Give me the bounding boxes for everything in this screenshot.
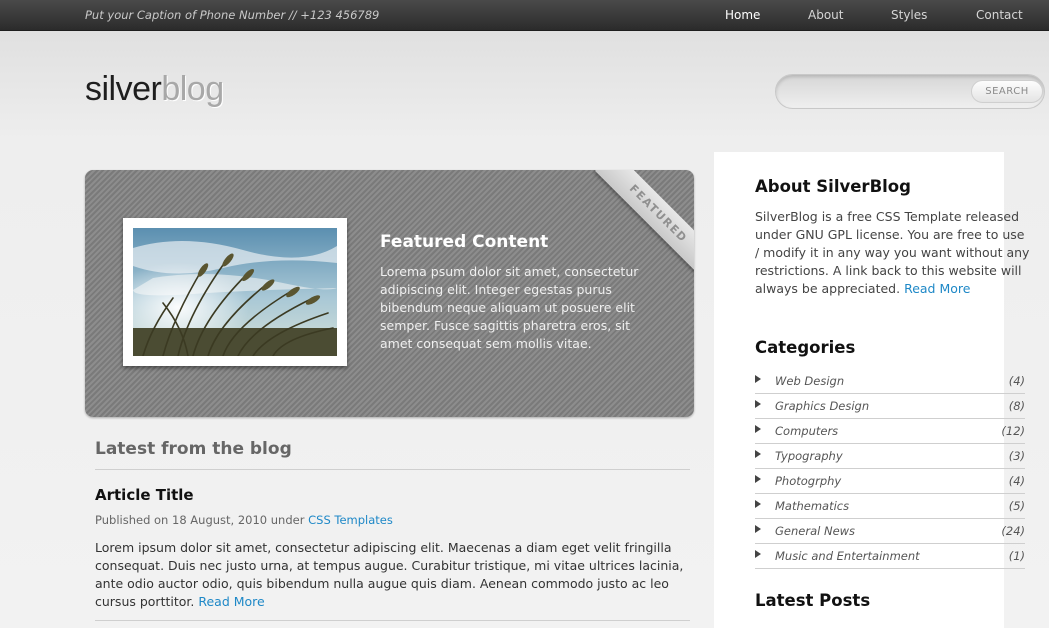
about-text: SilverBlog is a free CSS Template releas… <box>755 208 1030 298</box>
category-link[interactable]: Graphics Design <box>775 399 869 413</box>
category-count: (12) <box>1001 424 1025 438</box>
category-count: (8) <box>1008 399 1025 413</box>
category-item: General News (24) <box>755 519 1025 544</box>
nav-contact[interactable]: Contact <box>976 8 1023 22</box>
category-link[interactable]: Music and Entertainment <box>775 549 920 563</box>
category-link[interactable]: Web Design <box>775 374 844 388</box>
arrow-right-icon <box>755 475 761 483</box>
about-text-body: SilverBlog is a free CSS Template releas… <box>755 209 1030 296</box>
nav-about[interactable]: About <box>808 8 843 22</box>
logo-text-dark: silver <box>85 70 162 108</box>
article-title[interactable]: Article Title <box>95 486 194 504</box>
nav-home[interactable]: Home <box>725 8 760 22</box>
category-item: Graphics Design (8) <box>755 394 1025 419</box>
category-item: Computers (12) <box>755 419 1025 444</box>
arrow-right-icon <box>755 400 761 408</box>
featured-title: Featured Content <box>380 232 549 252</box>
category-item: Web Design (4) <box>755 369 1025 394</box>
logo-text-light: blog <box>161 70 224 108</box>
blog-section-title: Latest from the blog <box>95 439 292 459</box>
category-link[interactable]: Photogrphy <box>775 474 841 488</box>
nav-styles[interactable]: Styles <box>891 8 927 22</box>
about-read-more-link[interactable]: Read More <box>904 281 970 296</box>
search-input[interactable] <box>788 83 968 101</box>
category-count: (5) <box>1008 499 1025 513</box>
category-count: (4) <box>1008 374 1025 388</box>
category-item: Music and Entertainment (1) <box>755 544 1025 569</box>
article-read-more-link[interactable]: Read More <box>198 594 264 609</box>
arrow-right-icon <box>755 550 761 558</box>
article-excerpt-text: Lorem ipsum dolor sit amet, consectetur … <box>95 540 684 609</box>
arrow-right-icon <box>755 525 761 533</box>
category-count: (4) <box>1008 474 1025 488</box>
search-button[interactable]: SEARCH <box>971 80 1043 103</box>
divider <box>95 620 690 621</box>
categories-list: Web Design (4) Graphics Design (8) Compu… <box>755 369 1025 569</box>
about-title: About SilverBlog <box>755 177 911 196</box>
featured-ribbon: FEATURED <box>595 170 694 277</box>
latest-posts-title: Latest Posts <box>755 591 871 610</box>
search-box: SEARCH <box>775 74 1045 109</box>
arrow-right-icon <box>755 425 761 433</box>
category-link[interactable]: General News <box>775 524 855 538</box>
arrow-right-icon <box>755 500 761 508</box>
categories-title: Categories <box>755 338 856 357</box>
top-bar: Put your Caption of Phone Number // +123… <box>0 0 1049 31</box>
category-link[interactable]: Typography <box>775 449 843 463</box>
category-link[interactable]: Mathematics <box>775 499 849 513</box>
category-count: (3) <box>1008 449 1025 463</box>
category-link[interactable]: Computers <box>775 424 838 438</box>
featured-panel: Featured Content Lorema psum dolor sit a… <box>85 170 694 417</box>
category-count: (24) <box>1001 524 1025 538</box>
header-caption: Put your Caption of Phone Number // +123… <box>85 8 380 22</box>
category-item: Typography (3) <box>755 444 1025 469</box>
category-count: (1) <box>1008 549 1025 563</box>
article-meta-text: Published on 18 August, 2010 under <box>95 513 305 527</box>
category-item: Photogrphy (4) <box>755 469 1025 494</box>
site-logo[interactable]: silverblog <box>85 70 224 109</box>
divider <box>95 469 690 470</box>
article-meta: Published on 18 August, 2010 under CSS T… <box>95 513 393 527</box>
arrow-right-icon <box>755 450 761 458</box>
featured-text: Lorema psum dolor sit amet, consectetur … <box>380 264 639 351</box>
article-category-link[interactable]: CSS Templates <box>308 513 393 527</box>
category-item: Mathematics (5) <box>755 494 1025 519</box>
article-excerpt: Lorem ipsum dolor sit amet, consectetur … <box>95 539 695 611</box>
featured-image[interactable] <box>133 228 337 356</box>
arrow-right-icon <box>755 375 761 383</box>
featured-image-frame <box>123 218 347 366</box>
